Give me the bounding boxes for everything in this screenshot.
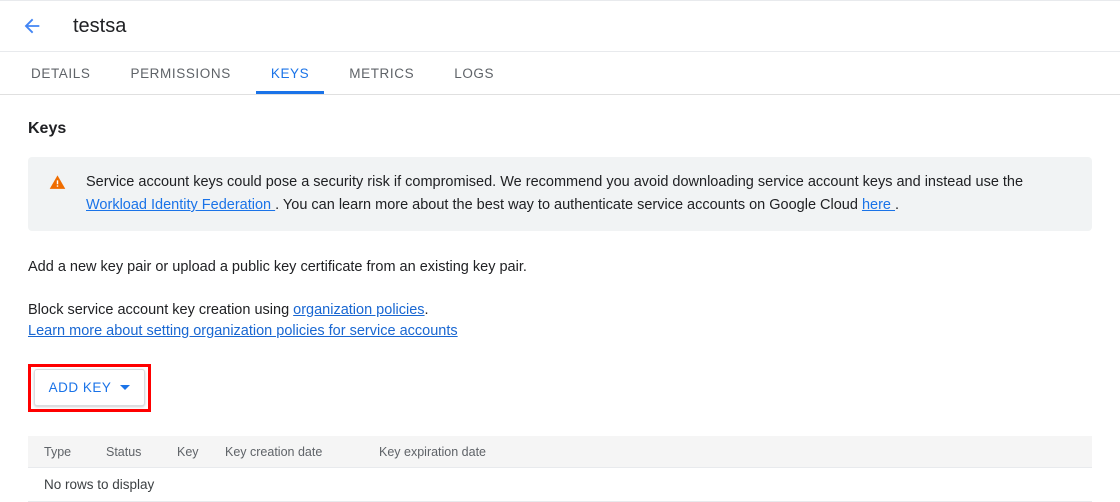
here-link[interactable]: here: [862, 197, 895, 213]
learn-more-row: Learn more about setting organization po…: [28, 321, 1092, 342]
column-header-key-expiration-date: Key expiration date: [379, 436, 1092, 468]
add-key-description: Add a new key pair or upload a public ke…: [28, 257, 1092, 278]
column-header-key-creation-date: Key creation date: [225, 436, 379, 468]
banner-text-part-2: . You can learn more about the best way …: [275, 197, 862, 213]
page-header: testsa: [0, 1, 1120, 51]
column-header-key: Key: [177, 436, 225, 468]
tab-permissions[interactable]: PERMISSIONS: [115, 52, 245, 94]
empty-state-message: No rows to display: [28, 468, 1092, 502]
banner-text-part-3: .: [895, 197, 899, 213]
tab-details[interactable]: DETAILS: [16, 52, 105, 94]
tab-keys[interactable]: KEYS: [256, 52, 324, 94]
add-key-button-label: ADD KEY: [49, 380, 112, 395]
chevron-down-icon: [120, 385, 130, 390]
tab-logs[interactable]: LOGS: [439, 52, 509, 94]
table-empty-row: No rows to display: [28, 468, 1092, 502]
tab-spacer: [429, 52, 439, 94]
security-warning-banner: Service account keys could pose a securi…: [28, 157, 1092, 231]
tab-spacer: [105, 52, 115, 94]
add-key-button[interactable]: ADD KEY: [34, 369, 145, 406]
banner-text-part-1: Service account keys could pose a securi…: [86, 174, 1023, 190]
column-header-type: Type: [28, 436, 106, 468]
back-button[interactable]: [18, 12, 46, 40]
main-content: Keys Service account keys could pose a s…: [0, 119, 1120, 502]
warning-triangle-icon: [28, 171, 86, 191]
column-header-status: Status: [106, 436, 177, 468]
tab-spacer: [324, 52, 334, 94]
banner-text: Service account keys could pose a securi…: [86, 171, 1076, 217]
add-key-area: ADD KEY: [28, 364, 151, 412]
page-title: testsa: [73, 16, 126, 36]
tab-metrics[interactable]: METRICS: [334, 52, 429, 94]
learn-more-link[interactable]: Learn more about setting organization po…: [28, 323, 458, 339]
table-header-row: Type Status Key Key creation date Key ex…: [28, 436, 1092, 468]
tab-bar: DETAILS PERMISSIONS KEYS METRICS LOGS: [0, 51, 1120, 95]
block-key-prefix: Block service account key creation using: [28, 302, 293, 318]
block-key-creation-text: Block service account key creation using…: [28, 300, 1092, 321]
workload-identity-federation-link[interactable]: Workload Identity Federation: [86, 197, 275, 213]
keys-table-head: Type Status Key Key creation date Key ex…: [28, 436, 1092, 468]
arrow-left-icon: [21, 15, 43, 37]
section-title: Keys: [28, 119, 1092, 139]
block-key-suffix: .: [425, 302, 429, 318]
organization-policies-link[interactable]: organization policies: [293, 302, 424, 318]
keys-table-body: No rows to display: [28, 468, 1092, 502]
tab-spacer: [246, 52, 256, 94]
keys-table: Type Status Key Key creation date Key ex…: [28, 436, 1092, 502]
